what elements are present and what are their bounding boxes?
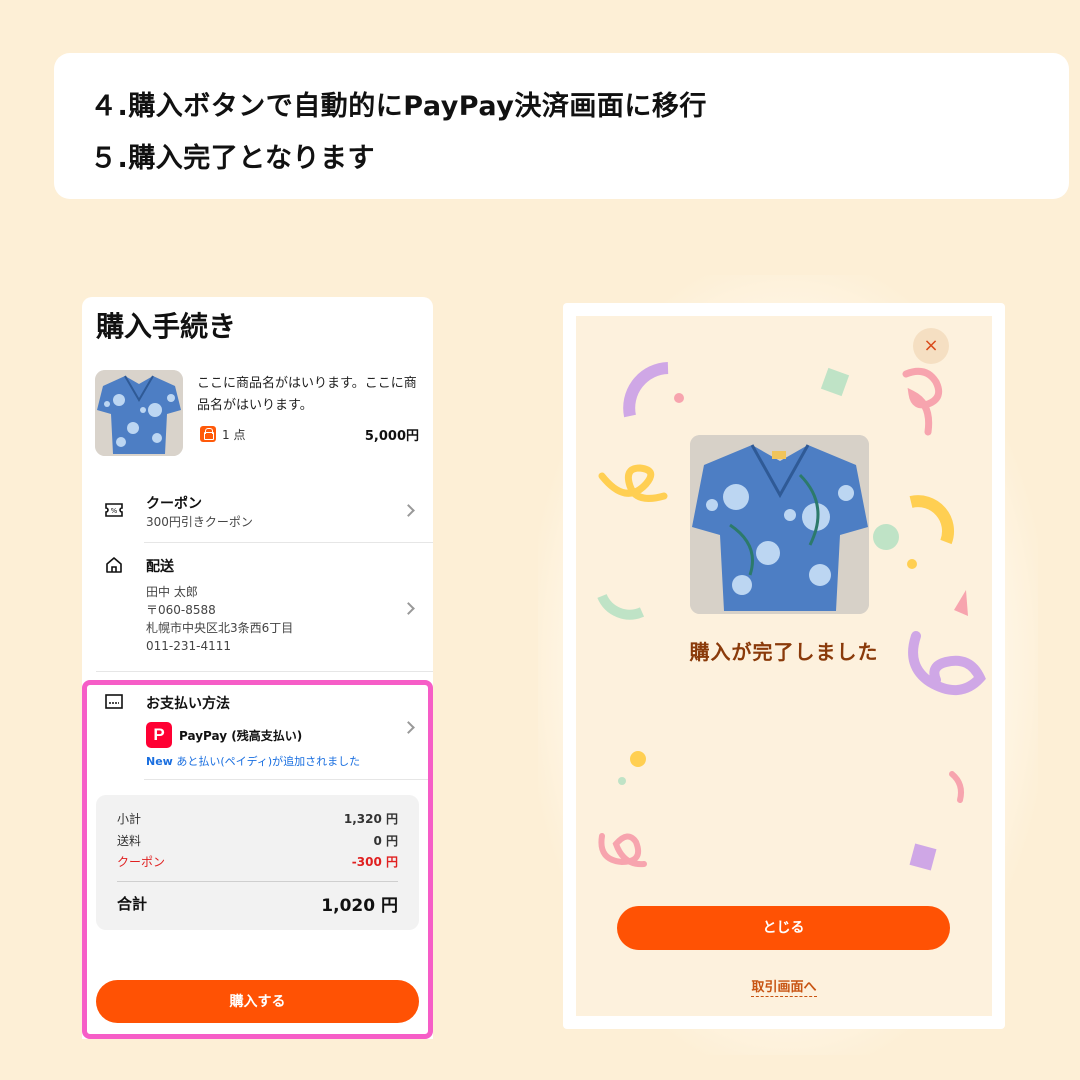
- shipping-phone: 011-231-4111: [146, 639, 232, 653]
- order-summary: 小計 1,320 円 送料 0 円 クーポン -300 円 合計 1,020 円: [96, 795, 419, 930]
- instruction-card: ４.購入ボタンで自動的にPayPay決済画面に移行 ５.購入完了となります: [54, 53, 1069, 199]
- total-label: 合計: [117, 895, 148, 913]
- coupon-title: クーポン: [146, 496, 202, 512]
- divider: [144, 779, 433, 780]
- svg-text:%: %: [111, 507, 118, 515]
- shipping-fee-value: 0 円: [373, 834, 398, 848]
- product-image: [95, 370, 183, 456]
- page-title: 購入手続き: [96, 310, 237, 343]
- divider: [117, 881, 398, 882]
- ticket-icon: %: [105, 503, 123, 517]
- divider: [144, 542, 433, 543]
- trade-screen-link[interactable]: 取引画面へ: [576, 976, 992, 997]
- payment-title: お支払い方法: [146, 696, 230, 712]
- chevron-right-icon: [402, 721, 415, 734]
- product-price: 5,000円: [364, 429, 419, 444]
- new-notice-text: あと払い(ペイディ)が追加されました: [176, 755, 361, 768]
- shipping-fee-row: 送料 0 円: [117, 832, 398, 849]
- divider: [96, 671, 433, 672]
- total-value: 1,020 円: [321, 896, 398, 916]
- buy-button[interactable]: 購入する: [96, 980, 419, 1023]
- payment-notice: New あと払い(ペイディ)が追加されました: [146, 753, 360, 769]
- coupon-discount-row: クーポン -300 円: [117, 853, 398, 870]
- instruction-step-4: ４.購入ボタンで自動的にPayPay決済画面に移行: [90, 91, 707, 122]
- shipping-address: 札幌市中央区北3条西6丁目: [146, 621, 294, 635]
- shipping-fee-label: 送料: [117, 834, 142, 848]
- product-name: ここに商品名がはいります。ここに商品名がはいります。: [197, 376, 417, 413]
- close-button[interactable]: とじる: [617, 906, 950, 950]
- subtotal-label: 小計: [117, 812, 142, 826]
- checkout-screen: 購入手続き ここに商品名がはいります。ここに商品名がはいります。 1 点 5,0…: [82, 297, 433, 1039]
- chevron-right-icon: [402, 602, 415, 615]
- instruction-step-5: ５.購入完了となります: [90, 143, 375, 174]
- product-quantity: 1 点: [222, 428, 246, 442]
- total-row: 合計 1,020 円: [117, 893, 398, 916]
- purchase-complete-modal: × 購入が完了しました とじる 取引画面へ: [576, 316, 992, 1016]
- coupon-discount-label: クーポン: [117, 855, 166, 869]
- paypay-logo: P: [146, 722, 172, 748]
- close-icon[interactable]: ×: [913, 328, 949, 364]
- subtotal-value: 1,320 円: [343, 812, 398, 826]
- shipping-title: 配送: [146, 559, 174, 575]
- card-icon: [105, 694, 123, 709]
- payment-method: PayPay (残高支払い): [179, 729, 303, 743]
- bag-icon: [200, 426, 216, 442]
- purchase-complete-message: 購入が完了しました: [689, 640, 879, 664]
- shipping-postal: 〒060-8588: [146, 603, 216, 617]
- new-badge: New: [146, 755, 173, 768]
- coupon-subtitle: 300円引きクーポン: [146, 515, 253, 529]
- trade-screen-link-label[interactable]: 取引画面へ: [751, 980, 817, 997]
- shipping-name: 田中 太郎: [146, 585, 198, 599]
- purchased-product-image: [690, 435, 869, 614]
- subtotal-row: 小計 1,320 円: [117, 810, 398, 827]
- chevron-right-icon: [402, 504, 415, 517]
- home-icon: [106, 557, 122, 573]
- coupon-discount-value: -300 円: [351, 855, 398, 869]
